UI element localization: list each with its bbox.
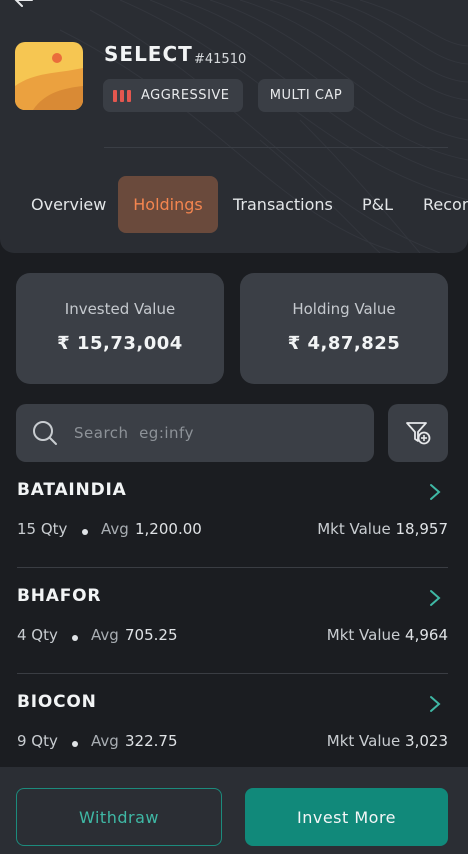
holding-mkt-label: Mkt Value [326, 626, 401, 644]
search-box[interactable] [16, 404, 374, 462]
fund-name: SELECT [104, 42, 193, 66]
holding-avg-label: Avg [91, 732, 119, 750]
holding-mkt-label: Mkt Value [326, 732, 401, 750]
holding-row[interactable]: BIOCON 9 Qty Avg 322.75 Mkt Value 3,023 [0, 674, 468, 780]
chevron-right-icon[interactable] [428, 588, 442, 608]
tab-transactions[interactable]: Transactions [233, 176, 333, 233]
holding-symbol: BIOCON [17, 692, 97, 712]
holding-mkt-amount: 4,964 [405, 626, 448, 644]
action-footer: Withdraw Invest More [0, 767, 468, 854]
category-label: MULTI CAP [269, 88, 343, 103]
risk-chip: AGGRESSIVE [103, 79, 243, 112]
fund-id: #41510 [194, 52, 247, 67]
holding-mkt-value: Mkt Value 4,964 [327, 626, 448, 644]
holding-mkt-amount: 18,957 [395, 520, 449, 538]
separator-dot [72, 635, 78, 641]
holding-mkt-value: Mkt Value 18,957 [317, 520, 448, 538]
holding-avg-label: Avg [91, 626, 119, 644]
chevron-right-icon[interactable] [428, 694, 442, 714]
invested-value-card: Invested Value ₹ 15,73,004 [16, 273, 224, 384]
holding-mkt-label: Mkt Value [317, 520, 391, 538]
invested-value-label: Invested Value [64, 300, 176, 318]
holding-value-card: Holding Value ₹ 4,87,825 [240, 273, 448, 384]
category-chip: MULTI CAP [258, 79, 354, 112]
holding-symbol: BATAINDIA [17, 480, 127, 500]
tab-holdings[interactable]: Holdings [118, 176, 218, 233]
tab-pnl[interactable]: P&L [362, 176, 393, 233]
holding-row[interactable]: BHAFOR 4 Qty Avg 705.25 Mkt Value 4,964 [0, 568, 468, 674]
holding-row[interactable]: BATAINDIA 15 Qty Avg 1,200.00 Mkt Value … [0, 462, 468, 568]
holding-qty: 4 Qty [17, 626, 58, 644]
holding-avg-value: 1,200.00 [135, 520, 202, 538]
fund-header: SELECT #41510 AGGRESSIVE MULTI CAP Overv… [0, 0, 468, 253]
header-divider [104, 147, 448, 148]
tab-records[interactable]: Recor [423, 176, 468, 233]
holding-mkt-value: Mkt Value 3,023 [327, 732, 448, 750]
holding-value-amount: ₹ 4,87,825 [287, 333, 401, 354]
risk-bars-icon [113, 89, 131, 102]
separator-dot [82, 529, 88, 535]
holding-avg-value: 322.75 [125, 732, 178, 750]
withdraw-button[interactable]: Withdraw [16, 788, 222, 846]
holding-value-label: Holding Value [292, 300, 396, 318]
filter-button[interactable] [388, 404, 448, 462]
holding-qty: 15 Qty [17, 520, 68, 538]
back-arrow-icon[interactable] [14, 0, 34, 8]
fund-logo [15, 42, 83, 110]
holding-symbol: BHAFOR [17, 586, 102, 606]
invest-more-button[interactable]: Invest More [245, 788, 448, 846]
desert-logo-icon [15, 42, 83, 110]
holding-avg-label: Avg [101, 520, 129, 538]
tab-overview[interactable]: Overview [31, 176, 106, 233]
chevron-right-icon[interactable] [428, 482, 442, 502]
separator-dot [72, 741, 78, 747]
search-input[interactable] [74, 418, 354, 448]
tab-bar: Overview Holdings Transactions P&L Recor [0, 176, 468, 233]
risk-label: AGGRESSIVE [141, 88, 230, 103]
search-icon [33, 421, 57, 445]
holding-avg-value: 705.25 [125, 626, 178, 644]
invested-value-amount: ₹ 15,73,004 [57, 333, 183, 354]
holding-mkt-amount: 3,023 [405, 732, 448, 750]
filter-add-icon [406, 422, 431, 445]
holding-qty: 9 Qty [17, 732, 58, 750]
